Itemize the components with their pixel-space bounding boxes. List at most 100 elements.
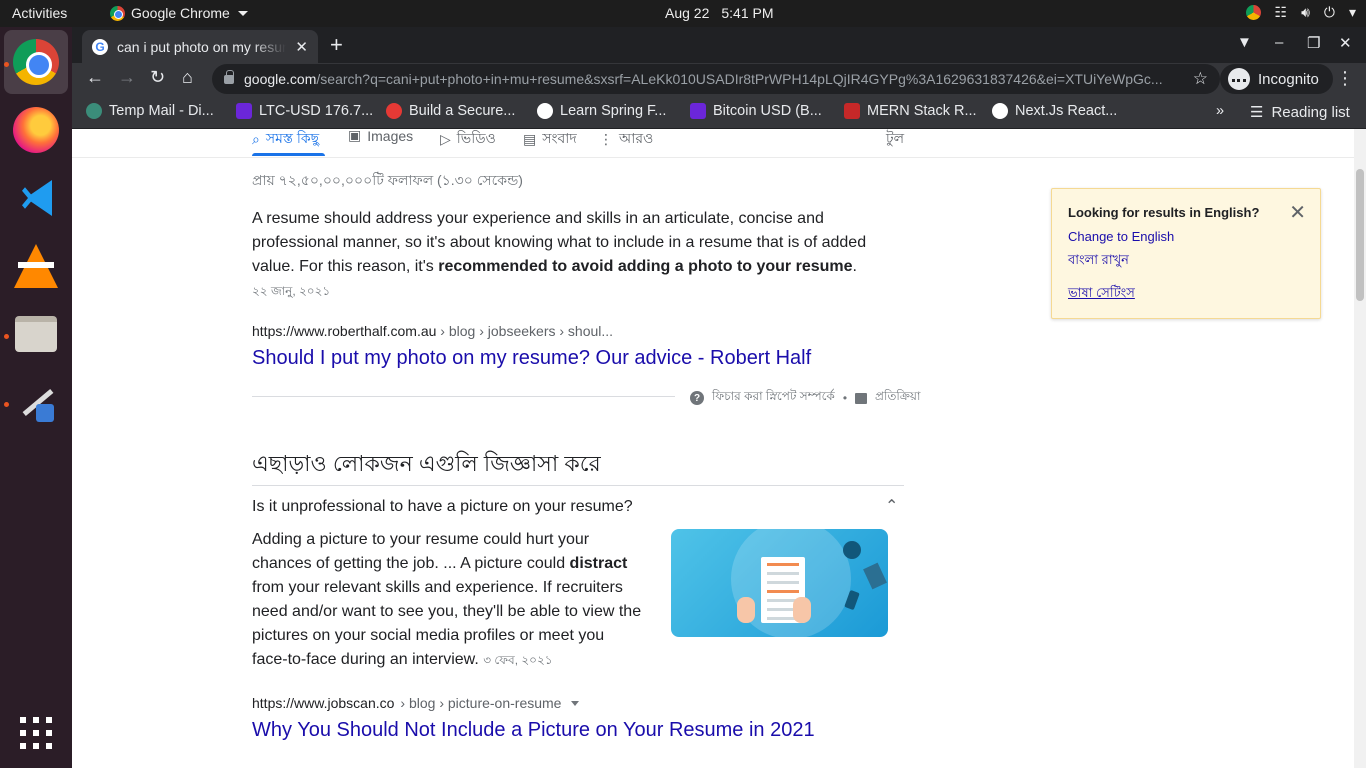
dropdown-arrow-icon[interactable] — [571, 700, 580, 706]
files-icon — [15, 316, 57, 352]
close-icon[interactable]: ✕ — [1289, 200, 1306, 225]
close-window-button[interactable]: ✕ — [1339, 34, 1352, 52]
browser-toolbar: ← → ↻ ⌂ google.com/search?q=cani+put+pho… — [72, 63, 1366, 95]
help-icon[interactable]: ? — [690, 391, 704, 405]
tab-strip: G can i put photo on my resume ✕ + ▼ – ❐… — [72, 27, 1366, 63]
reload-button[interactable]: ↻ — [150, 67, 165, 88]
feedback-link[interactable]: প্রতিক্রিয়া — [875, 388, 920, 408]
network-icon[interactable]: ☷ — [1275, 4, 1288, 21]
bookmark-item[interactable]: Bitcoin USD (B... — [690, 103, 822, 119]
search-tab-images[interactable]: ▣ Images — [348, 129, 413, 144]
url-text[interactable]: google.com/search?q=cani+put+photo+in+mu… — [244, 71, 1185, 87]
search-tab-all[interactable]: ⌕ সমস্ত কিছু — [252, 129, 319, 151]
minimize-button[interactable]: – — [1275, 34, 1283, 51]
tab-close-icon[interactable]: ✕ — [295, 38, 308, 56]
result-title-link[interactable]: Why You Should Not Include a Picture on … — [252, 719, 815, 742]
about-featured-snippets-link[interactable]: ফিচার করা স্নিপেট সম্পর্কে — [712, 388, 835, 408]
chrome-icon — [110, 5, 125, 21]
mern-favicon-icon — [844, 103, 860, 119]
running-indicator — [4, 62, 9, 67]
reading-list-icon: ☰ — [1250, 104, 1264, 121]
chevron-up-icon[interactable]: ⌃ — [885, 496, 898, 516]
keep-bengali-link[interactable]: বাংলা রাখুন — [1068, 251, 1129, 272]
page-scrollbar[interactable] — [1354, 129, 1366, 768]
dock-vscode[interactable] — [4, 166, 68, 230]
lock-icon[interactable] — [224, 69, 234, 84]
paa-answer: Adding a picture to your resume could hu… — [252, 531, 642, 668]
running-indicator — [4, 402, 9, 407]
page-content: ⌕ সমস্ত কিছু ▣ Images ▷ ভিডিও ▤ সংবাদ ⋮ আরও ট… — [72, 129, 1354, 768]
result-title-link[interactable]: Should I put my photo on my resume? Our … — [252, 347, 811, 370]
incognito-badge[interactable]: Incognito — [1220, 64, 1333, 94]
language-settings-link[interactable]: ভাষা সেটিংস — [1068, 284, 1135, 305]
bookmark-item[interactable]: Next.Js React... — [992, 103, 1117, 119]
home-button[interactable]: ⌂ — [182, 67, 193, 88]
bookmark-star-icon[interactable]: ☆ — [1193, 69, 1208, 89]
new-tab-button[interactable]: + — [330, 32, 343, 58]
featured-snippet-footer: ? ফিচার করা স্নিপেট সম্পর্কে • প্রতিক্রি… — [690, 388, 920, 408]
gnome-top-bar: Activities Google Chrome Aug 22 5:41 PM … — [0, 0, 1366, 27]
result-url[interactable]: https://www.jobscan.co › blog › picture-… — [252, 695, 580, 711]
chrome-tray-icon[interactable] — [1245, 5, 1261, 20]
yahoo-favicon-icon — [690, 103, 706, 119]
clock[interactable]: Aug 22 5:41 PM — [665, 5, 774, 21]
tab-search-icon[interactable]: ▼ — [1237, 34, 1252, 51]
tab-active[interactable]: G can i put photo on my resume ✕ — [82, 30, 318, 63]
running-indicator — [4, 334, 9, 339]
dock-paint[interactable] — [4, 370, 68, 434]
bookmark-item[interactable]: LTC-USD 176.7... — [236, 103, 373, 119]
spring-favicon-icon — [537, 103, 553, 119]
volume-icon[interactable]: 🔊︎ — [1301, 4, 1310, 21]
result-stats: প্রায় ৭২,৫০,০০,০০০টি ফলাফল (১.৩০ সেকেন্… — [252, 172, 523, 188]
power-icon[interactable]: ⏻ — [1324, 4, 1335, 21]
chevron-down-icon[interactable]: ▾ — [1349, 4, 1356, 21]
bookmark-item[interactable]: MERN Stack R... — [844, 103, 977, 119]
divider — [252, 485, 904, 486]
app-menu[interactable]: Google Chrome — [110, 5, 248, 21]
incognito-icon — [1228, 68, 1250, 90]
bookmark-item[interactable]: Temp Mail - Di... — [86, 103, 214, 119]
tempmail-favicon-icon — [86, 103, 102, 119]
snippet-date: ২২ জানু, ২০২১ — [252, 284, 331, 298]
search-tab-videos[interactable]: ▷ ভিডিও — [440, 129, 496, 151]
paa-question[interactable]: Is it unprofessional to have a picture o… — [252, 498, 633, 516]
back-button[interactable]: ← — [86, 67, 104, 88]
search-tab-more[interactable]: ⋮ আরও — [599, 129, 653, 151]
paa-answer-image[interactable] — [671, 529, 888, 637]
dock-vlc[interactable] — [4, 234, 68, 298]
scrollbar-thumb[interactable] — [1356, 169, 1364, 301]
bookmark-item[interactable]: Build a Secure... — [386, 103, 515, 119]
separator-dot: • — [842, 391, 848, 405]
search-icon: ⌕ — [252, 130, 260, 147]
active-tab-indicator — [252, 153, 325, 156]
build-favicon-icon — [386, 103, 402, 119]
language-suggestion-box: Looking for results in English? ✕ Change… — [1051, 188, 1321, 319]
dock-firefox[interactable] — [4, 98, 68, 162]
chrome-icon — [13, 39, 59, 85]
result-url[interactable]: https://www.roberthalf.com.au › blog › j… — [252, 323, 613, 339]
clock-date: Aug 22 — [665, 5, 710, 21]
reading-list-button[interactable]: ☰ Reading list — [1250, 103, 1350, 122]
dock-files[interactable] — [4, 302, 68, 366]
bookmark-item[interactable]: Learn Spring F... — [537, 103, 666, 119]
search-tab-news[interactable]: ▤ সংবাদ — [523, 129, 577, 151]
language-box-heading: Looking for results in English? — [1068, 205, 1260, 220]
system-tray[interactable]: ☷ 🔊︎ ⏻ ▾ — [1245, 4, 1356, 21]
vlc-icon — [14, 244, 58, 288]
more-bookmarks-icon[interactable]: » — [1216, 103, 1224, 119]
divider — [72, 157, 1354, 158]
forward-button[interactable]: → — [118, 67, 136, 88]
show-applications-button[interactable] — [4, 701, 68, 765]
dock-chrome[interactable] — [4, 30, 68, 94]
tools-button[interactable]: টুল — [886, 129, 904, 151]
feedback-icon[interactable] — [855, 392, 868, 404]
reading-list-label: Reading list — [1271, 103, 1350, 121]
maximize-button[interactable]: ❐ — [1307, 34, 1320, 52]
app-grid-icon — [20, 717, 52, 749]
clock-time: 5:41 PM — [721, 5, 774, 21]
news-icon: ▤ — [523, 130, 537, 147]
address-bar[interactable]: google.com/search?q=cani+put+photo+in+mu… — [212, 64, 1220, 94]
change-to-english-link[interactable]: Change to English — [1068, 229, 1174, 244]
activities-button[interactable]: Activities — [12, 5, 67, 21]
browser-menu-icon[interactable]: ⋮ — [1336, 68, 1354, 89]
